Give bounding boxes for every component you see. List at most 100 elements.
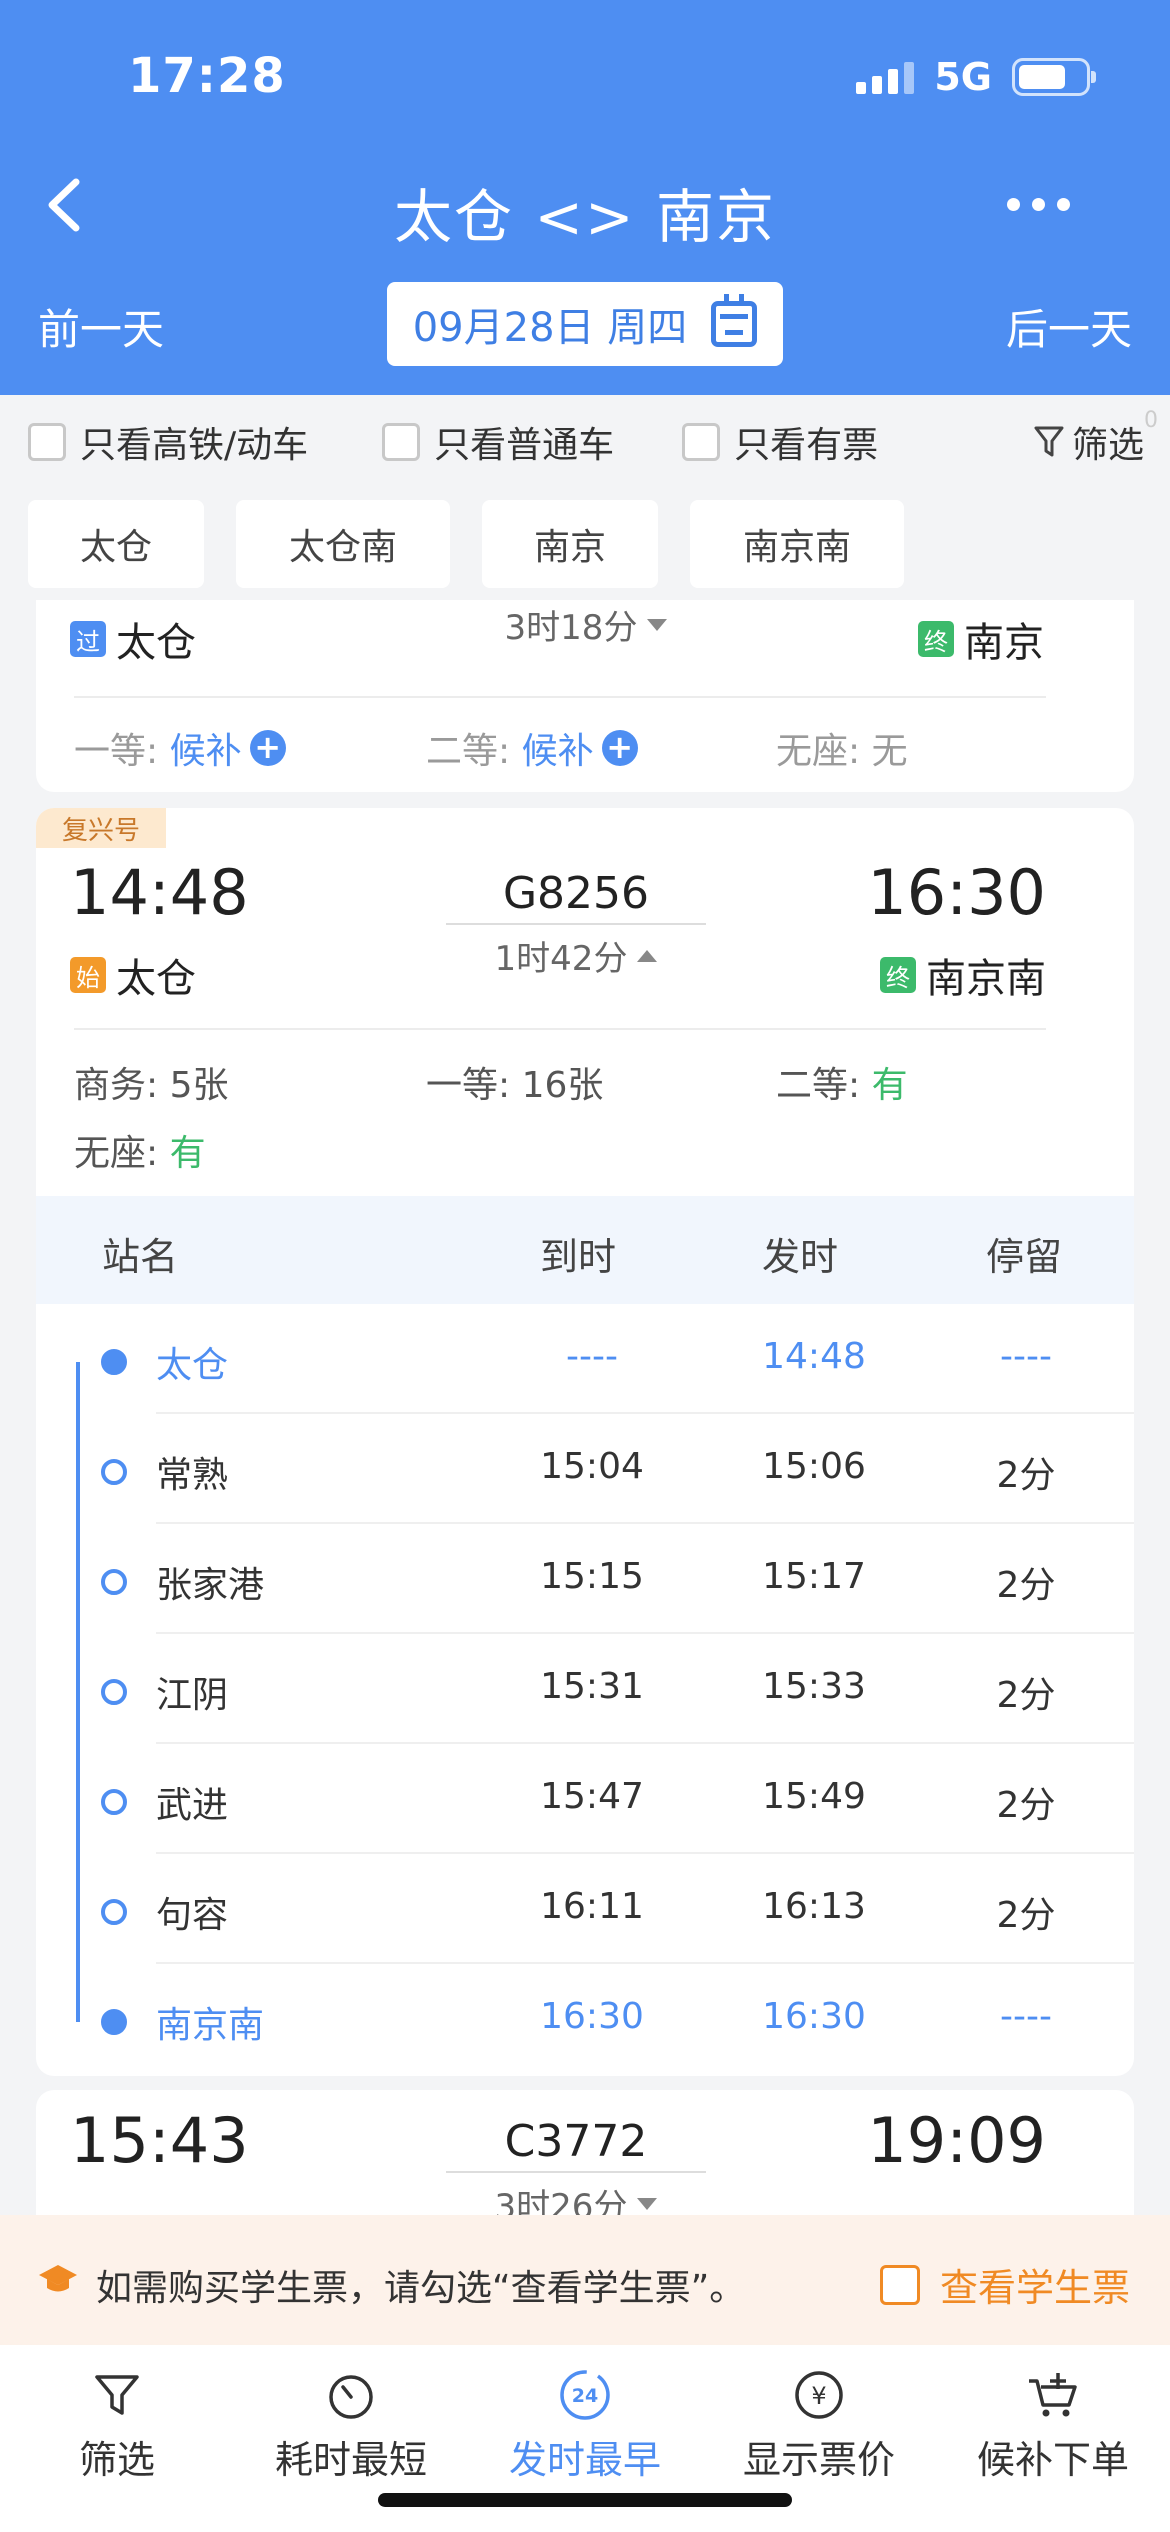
- station-tab-nanjing[interactable]: 南京: [482, 500, 658, 588]
- graduation-cap-icon: [39, 2265, 77, 2292]
- filter-row: 只看高铁/动车 只看普通车 只看有票 筛选 0: [28, 408, 1158, 474]
- checkbox-box: [879, 2264, 920, 2305]
- seat-no-seat: 无座: 有: [74, 1133, 206, 1174]
- student-ticket-notice: 如需购买学生票，请勾选“查看学生票”。 查看学生票: [0, 2215, 1170, 2345]
- signal-icon: [856, 60, 915, 94]
- timer-icon: [329, 2375, 373, 2419]
- train-card[interactable]: 过 太仓 3时18分 终 南京 一等: 候补 + 二等: 候补 + 无座: 无: [36, 600, 1134, 792]
- divider: [74, 1028, 1046, 1030]
- seat-no-seat: 无座: 无: [776, 731, 908, 772]
- stops-table-header: 站名 到时 发时 停留: [36, 1196, 1134, 1304]
- terminal-tag: 终: [880, 957, 916, 993]
- home-indicator[interactable]: [378, 2493, 792, 2507]
- prev-day-button[interactable]: 前一天: [38, 296, 164, 357]
- expand-down-icon: [647, 618, 668, 631]
- waitlist-add-icon[interactable]: +: [249, 730, 286, 766]
- divider: [446, 2171, 706, 2173]
- stop-dot-icon: [101, 1789, 127, 1815]
- train-info: G8256 1时42分: [446, 868, 706, 980]
- next-day-button[interactable]: 后一天: [1006, 296, 1132, 357]
- pass-tag: 过: [70, 621, 106, 657]
- duration[interactable]: 3时18分: [436, 600, 736, 649]
- collapse-up-icon: [637, 949, 658, 962]
- stop-dot-icon: [101, 2009, 127, 2035]
- yuan-icon: ¥: [795, 2371, 843, 2419]
- col-station: 站名: [102, 1235, 179, 1279]
- stop-row: 南京南 16:30 16:30 ----: [36, 1964, 1134, 2074]
- high-speed-checkbox[interactable]: 只看高铁/动车: [28, 416, 308, 468]
- station-tabs: 太仓 太仓南 南京 南京南: [28, 500, 904, 588]
- seat-second-class: 二等: 候补 +: [426, 722, 638, 774]
- nav-filter[interactable]: 筛选: [0, 2345, 234, 2532]
- to-station: 终 南京: [918, 610, 1044, 668]
- status-time: 17:28: [128, 48, 286, 104]
- train-card-expanded[interactable]: 复兴号 14:48 G8256 1时42分 16:30 始 太仓 终 南京南 商…: [36, 808, 1134, 2076]
- stop-dot-icon: [101, 1569, 127, 1595]
- stop-row: 张家港 15:15 15:17 2分: [36, 1524, 1134, 1634]
- col-stay: 停留: [986, 1235, 1063, 1279]
- divider: [446, 923, 706, 925]
- station-tab-taicang[interactable]: 太仓: [28, 500, 204, 588]
- divider: [74, 696, 1046, 698]
- station-tab-nanjing-south[interactable]: 南京南: [690, 500, 904, 588]
- seat-first-class: 一等: 16张: [426, 1065, 604, 1106]
- fuxing-badge: 复兴号: [36, 808, 166, 848]
- waitlist-add-icon[interactable]: +: [601, 730, 638, 766]
- page-title: 太仓 <> 南京: [393, 183, 777, 251]
- stop-row: 常熟 15:04 15:06 2分: [36, 1414, 1134, 1524]
- train-info: C3772 3时26分: [446, 2116, 706, 2220]
- filter-count-badge: 0: [1144, 408, 1158, 433]
- clock-24-icon: 24: [560, 2370, 610, 2420]
- stop-dot-icon: [101, 1349, 127, 1375]
- checkbox-box: [382, 423, 421, 461]
- train-number: G8256: [502, 868, 650, 919]
- nav-waitlist-order[interactable]: 候补下单: [936, 2345, 1170, 2532]
- seat-second-class: 二等: 有: [776, 1065, 908, 1106]
- svg-text:24: 24: [572, 2385, 598, 2407]
- battery-icon: [1012, 58, 1096, 96]
- route-timeline: [76, 1362, 80, 2022]
- funnel-icon: [1034, 426, 1064, 457]
- stop-row: 句容 16:11 16:13 2分: [36, 1854, 1134, 1964]
- status-indicators: 5G: [856, 55, 1096, 99]
- header: 17:28 5G 太仓 <> 南京 前一天 09月28日 周四 后一天: [0, 0, 1170, 395]
- checkbox-box: [28, 423, 66, 461]
- stop-row: 江阴 15:31 15:33 2分: [36, 1634, 1134, 1744]
- depart-time: 15:43: [70, 2104, 249, 2177]
- train-card[interactable]: 15:43 C3772 3时26分 19:09: [36, 2090, 1134, 2220]
- date-label: 09月28日 周四: [412, 305, 688, 351]
- seat-first-class: 一等: 候补 +: [74, 722, 286, 774]
- date-picker[interactable]: 09月28日 周四: [387, 282, 783, 366]
- cart-plus-icon: [1029, 2373, 1077, 2417]
- arrive-time: 16:30: [867, 856, 1046, 929]
- seat-business: 商务: 5张: [74, 1065, 229, 1106]
- stop-dot-icon: [101, 1899, 127, 1925]
- col-arrive: 到时: [540, 1235, 617, 1279]
- notice-text: 如需购买学生票，请勾选“查看学生票”。: [96, 2268, 746, 2309]
- train-number: C3772: [504, 2116, 648, 2167]
- filter-button[interactable]: 筛选 0: [1034, 408, 1158, 468]
- from-station: 始 太仓: [70, 946, 196, 1004]
- col-depart: 发时: [762, 1235, 839, 1279]
- regular-train-checkbox[interactable]: 只看普通车: [382, 416, 614, 468]
- stop-row: 武进 15:47 15:49 2分: [36, 1744, 1134, 1854]
- svg-text:¥: ¥: [811, 2382, 826, 2410]
- available-only-checkbox[interactable]: 只看有票: [682, 416, 878, 468]
- checkbox-box: [682, 423, 721, 461]
- depart-time: 14:48: [70, 856, 249, 929]
- calendar-icon: [711, 294, 758, 347]
- stop-dot-icon: [101, 1679, 127, 1705]
- station-tab-taicang-south[interactable]: 太仓南: [236, 500, 450, 588]
- funnel-icon: [95, 2375, 139, 2415]
- duration[interactable]: 3时26分: [446, 2179, 706, 2220]
- from-station: 过 太仓: [70, 610, 196, 668]
- student-ticket-checkbox[interactable]: 查看学生票: [879, 2257, 1130, 2312]
- expand-down-icon: [637, 2197, 658, 2210]
- to-station: 终 南京南: [880, 946, 1046, 1004]
- more-icon[interactable]: [1007, 198, 1070, 211]
- terminal-tag: 终: [918, 621, 954, 657]
- network-type: 5G: [934, 55, 992, 99]
- stop-dot-icon: [101, 1459, 127, 1485]
- origin-tag: 始: [70, 957, 106, 993]
- duration[interactable]: 1时42分: [446, 931, 706, 980]
